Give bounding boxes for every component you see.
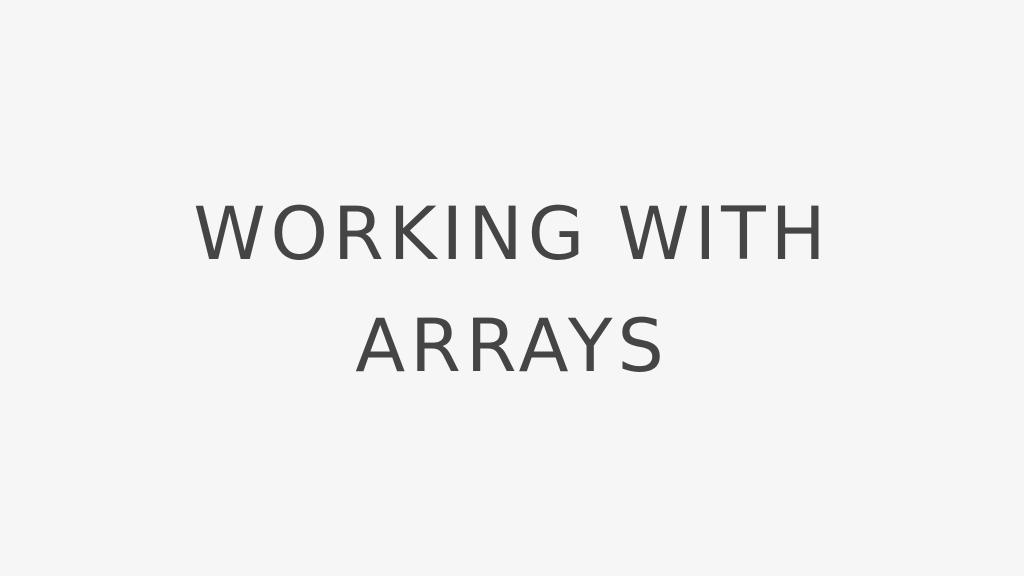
title-line-2: ARRAYS bbox=[355, 304, 669, 389]
title-line-1: WORKING WITH bbox=[193, 192, 831, 277]
title-slide: WORKING WITH ARRAYS bbox=[0, 0, 1024, 576]
